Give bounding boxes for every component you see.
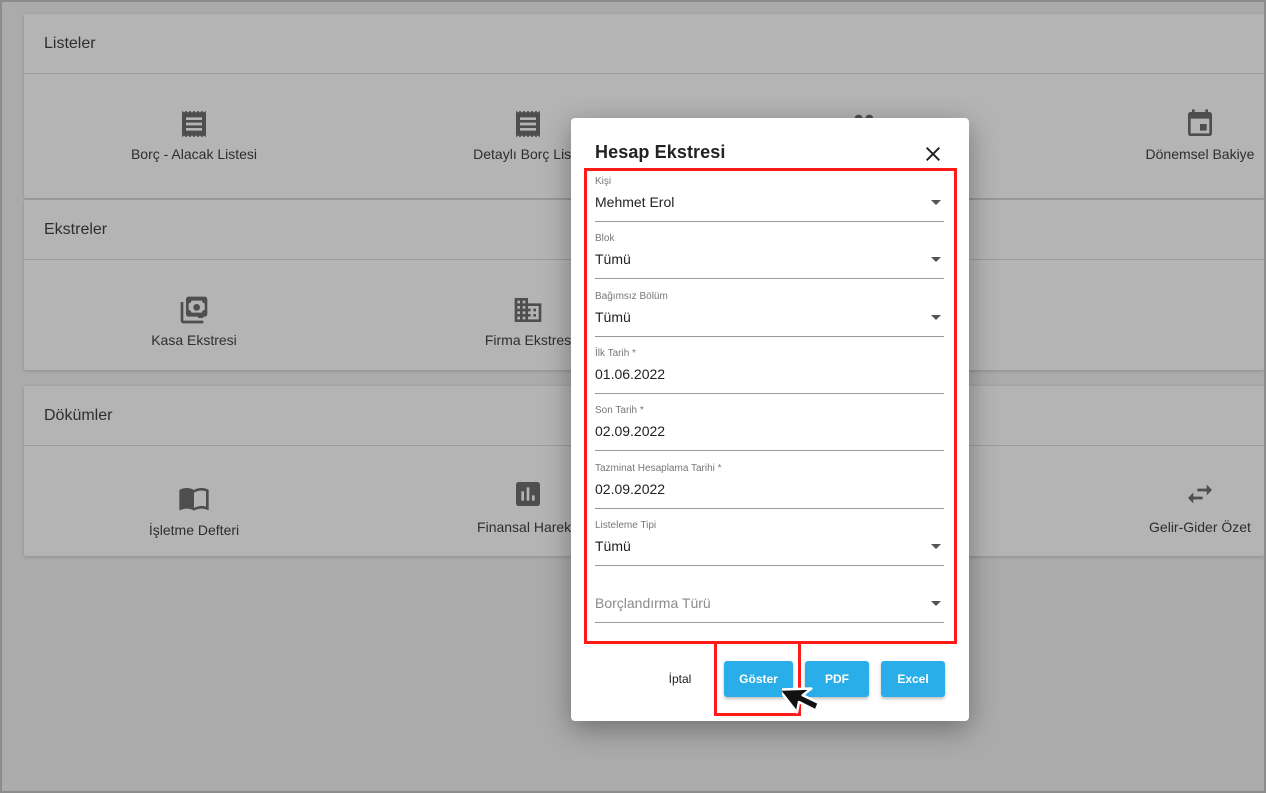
cancel-button[interactable]: İptal bbox=[655, 661, 705, 697]
listeleme-tipi-select[interactable]: Listeleme Tipi Tümü bbox=[595, 512, 944, 566]
borclandirma-turu-select[interactable]: Borçlandırma Türü bbox=[595, 569, 944, 623]
tazminat-tarihi-value: 02.09.2022 bbox=[595, 481, 666, 497]
ilk-tarih-input[interactable]: İlk Tarih * 01.06.2022 bbox=[595, 340, 944, 394]
tile-kasa-ekstresi[interactable]: Kasa Ekstresi bbox=[24, 260, 364, 370]
tile-label: Dönemsel Bakiye bbox=[1145, 146, 1255, 162]
ilk-tarih-value: 01.06.2022 bbox=[595, 366, 666, 382]
tile-label: İşletme Defteri bbox=[148, 522, 240, 538]
blok-select[interactable]: Blok Tümü bbox=[595, 225, 944, 279]
blok-label: Blok bbox=[595, 233, 615, 244]
ilk-tarih-label: İlk Tarih * bbox=[595, 348, 636, 359]
section-title-listeler: Listeler bbox=[24, 14, 1264, 74]
hesap-ekstresi-dialog: Hesap Ekstresi Kişi Mehmet Erol Blok Tüm… bbox=[571, 118, 969, 721]
chevron-down-icon bbox=[931, 315, 941, 320]
kisi-label: Kişi bbox=[595, 176, 612, 187]
calendar-icon bbox=[1184, 108, 1216, 140]
cash-icon bbox=[178, 294, 210, 326]
son-tarih-label: Son Tarih * bbox=[595, 405, 644, 416]
tile-label: Borç - Alacak Listesi bbox=[130, 146, 258, 162]
tazminat-tarihi-label: Tazminat Hesaplama Tarihi * bbox=[595, 463, 722, 474]
chevron-down-icon bbox=[931, 200, 941, 205]
bar-chart-icon bbox=[512, 478, 544, 510]
bagimsiz-bolum-value: Tümü bbox=[595, 309, 631, 325]
son-tarih-input[interactable]: Son Tarih * 02.09.2022 bbox=[595, 397, 944, 451]
receipt-icon bbox=[512, 108, 544, 140]
swap-icon bbox=[1184, 478, 1216, 510]
kisi-select[interactable]: Kişi Mehmet Erol bbox=[595, 168, 944, 222]
listeleme-tipi-label: Listeleme Tipi bbox=[595, 520, 657, 531]
kisi-value: Mehmet Erol bbox=[595, 194, 675, 210]
tile-isletme-defteri[interactable]: İşletme Defteri bbox=[24, 446, 364, 556]
chevron-down-icon bbox=[931, 544, 941, 549]
chevron-down-icon bbox=[931, 601, 941, 606]
chevron-down-icon bbox=[931, 257, 941, 262]
listeleme-tipi-value: Tümü bbox=[595, 538, 631, 554]
bagimsiz-bolum-select[interactable]: Bağımsız Bölüm Tümü bbox=[595, 283, 944, 337]
tazminat-tarihi-input[interactable]: Tazminat Hesaplama Tarihi * 02.09.2022 bbox=[595, 455, 944, 509]
mouse-cursor-icon bbox=[782, 687, 821, 714]
borclandirma-turu-placeholder: Borçlandırma Türü bbox=[595, 595, 711, 611]
tile-label: Kasa Ekstresi bbox=[151, 332, 237, 348]
tile-borc-alacak-listesi[interactable]: Borç - Alacak Listesi bbox=[24, 74, 364, 198]
close-icon[interactable] bbox=[921, 142, 945, 166]
book-icon bbox=[178, 482, 210, 514]
excel-button[interactable]: Excel bbox=[881, 661, 945, 697]
tile-label: Gelir-Gider Özet bbox=[1149, 519, 1251, 535]
blok-value: Tümü bbox=[595, 251, 631, 267]
building-icon bbox=[512, 294, 544, 326]
receipt-icon bbox=[178, 108, 210, 140]
bagimsiz-bolum-label: Bağımsız Bölüm bbox=[595, 291, 668, 302]
son-tarih-value: 02.09.2022 bbox=[595, 423, 666, 439]
dialog-title: Hesap Ekstresi bbox=[595, 142, 726, 162]
tile-donemsel-bakiye[interactable]: Dönemsel Bakiye bbox=[1030, 74, 1264, 198]
tile-gelir-gider-ozet[interactable]: Gelir-Gider Özet bbox=[1030, 446, 1264, 556]
